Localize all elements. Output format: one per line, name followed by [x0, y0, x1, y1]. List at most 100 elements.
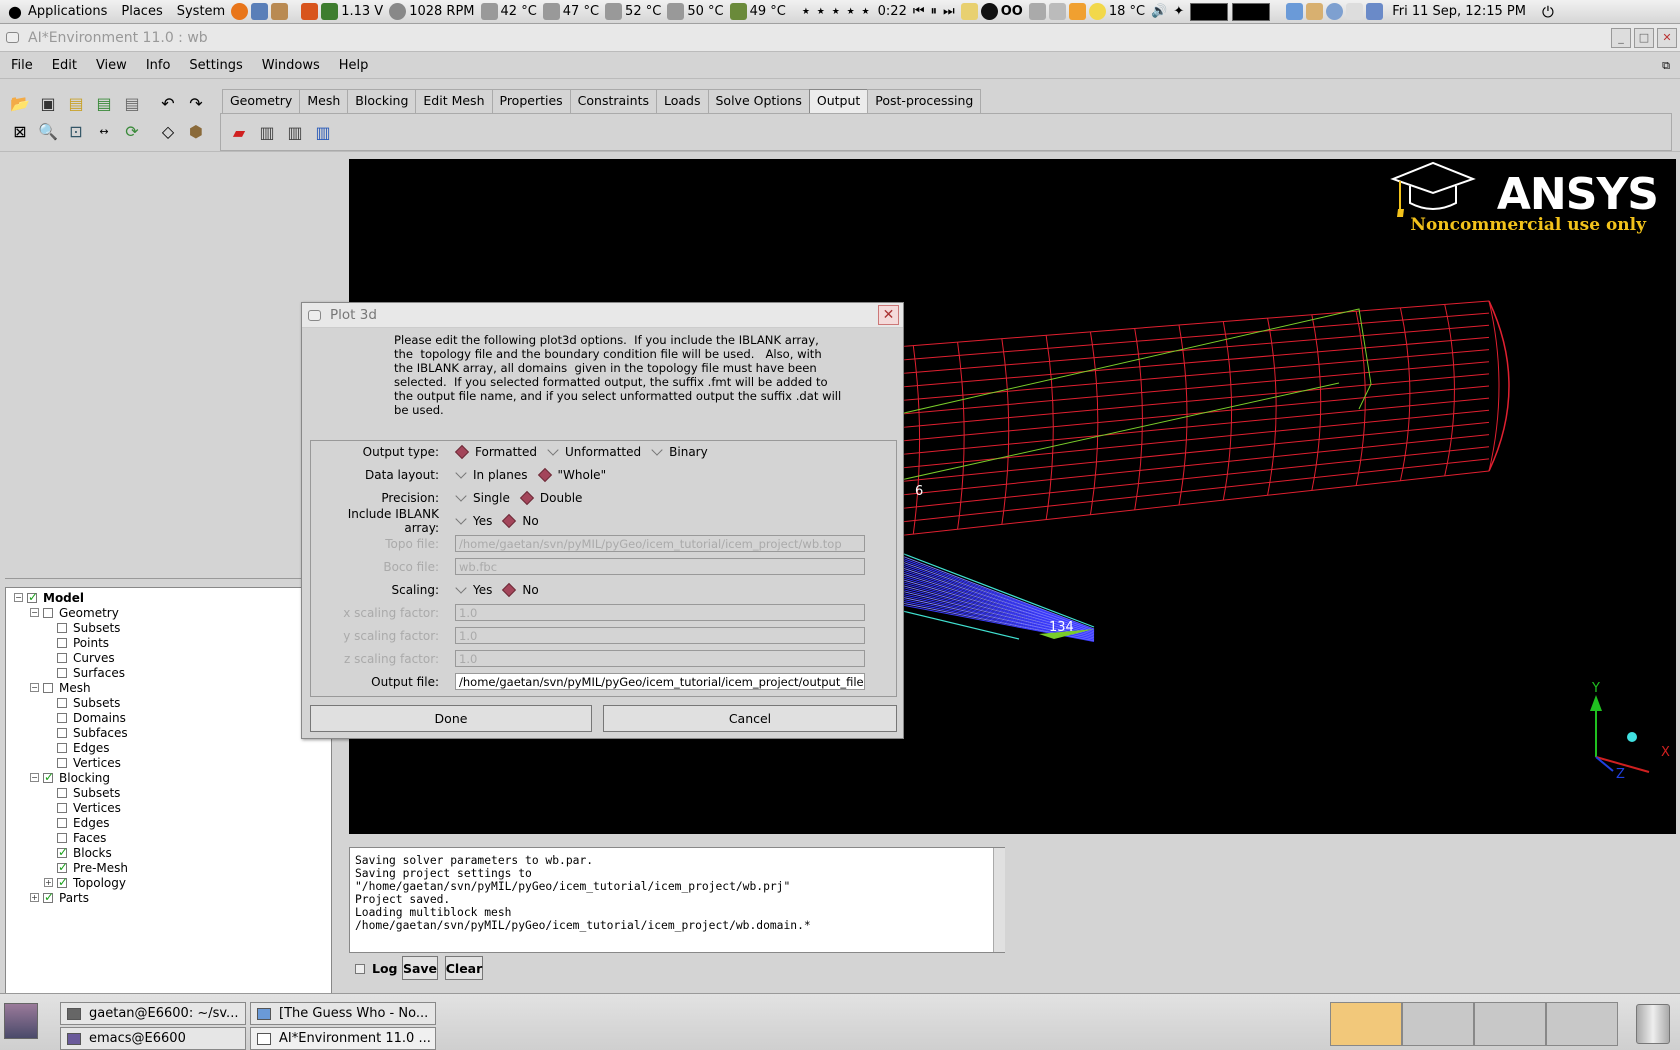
tree-node[interactable]: Faces — [44, 830, 106, 845]
radio-binary[interactable]: Binary — [649, 443, 708, 459]
boco-file-field[interactable]: wb.fbc — [455, 558, 865, 575]
fit-window-icon[interactable]: ⊠ — [8, 119, 32, 143]
tree-checkbox[interactable] — [43, 682, 53, 693]
open-icon[interactable]: 📂 — [8, 91, 32, 115]
tree-expander-icon[interactable]: − — [30, 683, 39, 692]
foot-icon[interactable]: ● — [8, 2, 22, 21]
tree-checkbox[interactable] — [57, 622, 67, 633]
workspace-2[interactable] — [1402, 1002, 1474, 1046]
tree-checkbox[interactable] — [43, 607, 53, 618]
tree-node[interactable]: − Model — [14, 590, 84, 605]
taskbar-emacs[interactable]: emacs@E6600 — [60, 1027, 246, 1050]
search-icon[interactable] — [1306, 3, 1324, 20]
dialog-menu-icon[interactable] — [308, 309, 321, 321]
menu-view[interactable]: View — [96, 58, 127, 73]
tree-checkbox[interactable] — [43, 890, 54, 904]
taskbar-music[interactable]: [The Guess Who - No... — [250, 1002, 436, 1025]
tree-expander-icon[interactable]: − — [30, 773, 39, 782]
menu-file[interactable]: File — [11, 58, 33, 73]
tree-expander-icon[interactable]: + — [30, 893, 39, 902]
weather-icon[interactable] — [1088, 3, 1106, 20]
matlab-icon[interactable] — [301, 3, 319, 20]
tree-checkbox[interactable] — [57, 860, 68, 874]
tree-node[interactable]: Points — [44, 635, 109, 650]
radio-iblank-yes[interactable]: Yes — [453, 512, 492, 528]
open-geometry-icon[interactable]: ▤ — [64, 91, 88, 115]
menu-windows[interactable]: Windows — [262, 58, 320, 73]
tab-properties[interactable]: Properties — [491, 89, 571, 113]
refresh-icon[interactable]: ⟳ — [120, 119, 144, 143]
menu-system[interactable]: System — [177, 4, 225, 19]
media-pause-icon[interactable]: ⏸ — [931, 4, 938, 19]
menu-settings[interactable]: Settings — [189, 58, 242, 73]
write-input-icon[interactable]: ▥ — [311, 120, 335, 144]
tree-node[interactable]: Edges — [44, 740, 109, 755]
boundary-conditions-icon[interactable]: ▥ — [255, 120, 279, 144]
tree-checkbox[interactable] — [43, 770, 54, 784]
tree-checkbox[interactable] — [57, 727, 67, 738]
dialog-titlebar[interactable]: Plot 3d ✕ — [302, 303, 903, 328]
solid-icon[interactable]: ⬢ — [184, 119, 208, 143]
firefox-icon[interactable] — [231, 3, 249, 20]
tree-checkbox[interactable] — [57, 845, 68, 859]
dialog-close-button[interactable]: ✕ — [878, 305, 899, 325]
window-menu-icon[interactable] — [6, 32, 19, 43]
z-scale-field[interactable]: 1.0 — [455, 650, 865, 667]
menu-edit[interactable]: Edit — [52, 58, 77, 73]
menu-help[interactable]: Help — [339, 58, 369, 73]
disk-icon[interactable] — [1028, 3, 1046, 20]
tree-node[interactable]: Subsets — [44, 785, 120, 800]
taskbar-terminal[interactable]: gaetan@E6600: ~/sv... — [60, 1002, 246, 1025]
tree-checkbox[interactable] — [57, 875, 68, 889]
tree-node[interactable]: Vertices — [44, 800, 121, 815]
y-scale-field[interactable]: 1.0 — [455, 627, 865, 644]
undo-icon[interactable]: ↶ — [156, 91, 180, 115]
x-scale-field[interactable]: 1.0 — [455, 604, 865, 621]
window-icon[interactable] — [1048, 3, 1066, 20]
taskbar-aienvironment[interactable]: AI*Environment 11.0 ... — [250, 1027, 436, 1050]
window-titlebar[interactable]: AI*Environment 11.0 : wb _ □ ✕ — [0, 24, 1680, 52]
workspace-4[interactable] — [1546, 1002, 1618, 1046]
tree-node[interactable]: Vertices — [44, 755, 121, 770]
system-monitor-graph-2[interactable] — [1232, 2, 1271, 21]
log-checkbox[interactable] — [355, 964, 365, 974]
menu-places[interactable]: Places — [121, 4, 162, 19]
tree-node[interactable]: Curves — [44, 650, 115, 665]
radio-single[interactable]: Single — [453, 489, 510, 505]
media-prev-icon[interactable]: ⏮ — [913, 4, 925, 19]
tree-node[interactable]: Surfaces — [44, 665, 125, 680]
tab-output[interactable]: Output — [808, 89, 869, 113]
tab-post-processing[interactable]: Post-processing — [867, 89, 982, 113]
workspace-3[interactable] — [1474, 1002, 1546, 1046]
brightness-icon[interactable]: ✦ — [1173, 4, 1184, 19]
tree-node[interactable]: + Parts — [30, 890, 89, 905]
radio-in-planes[interactable]: In planes — [453, 466, 528, 482]
minimize-button[interactable]: _ — [1611, 27, 1631, 48]
topo-file-field[interactable]: /home/gaetan/svn/pyMIL/pyGeo/icem_tutori… — [455, 535, 865, 552]
tab-solve-options[interactable]: Solve Options — [707, 89, 810, 113]
panel-splitter[interactable] — [5, 578, 332, 582]
tree-node[interactable]: − Geometry — [30, 605, 119, 620]
radio-double[interactable]: Double — [518, 490, 582, 506]
tab-loads[interactable]: Loads — [656, 89, 709, 113]
tree-node[interactable]: Subsets — [44, 620, 120, 635]
tree-node[interactable]: Blocks — [44, 845, 112, 860]
console-scrollbar[interactable] — [993, 848, 1005, 952]
save-icon[interactable]: ▣ — [36, 91, 60, 115]
wireframe-icon[interactable]: ◇ — [156, 119, 180, 143]
notes-icon[interactable] — [960, 3, 978, 20]
tree-node[interactable]: Pre-Mesh — [44, 860, 128, 875]
open-mesh-icon[interactable]: ▤ — [92, 91, 116, 115]
workspace-1[interactable] — [1330, 1002, 1402, 1046]
tree-node[interactable]: Subsets — [44, 695, 120, 710]
tree-node[interactable]: Edges — [44, 815, 109, 830]
tree-checkbox[interactable] — [57, 712, 67, 723]
rating-stars[interactable]: ★ ★ ★ ★ ★ — [802, 7, 872, 17]
workspace-switcher[interactable] — [1330, 1002, 1620, 1046]
radio-formatted[interactable]: Formatted — [453, 444, 537, 460]
save-log-button[interactable]: Save — [402, 956, 438, 980]
cancel-button[interactable]: Cancel — [603, 705, 897, 732]
mail-icon[interactable] — [251, 3, 269, 20]
redo-icon[interactable]: ↷ — [184, 91, 208, 115]
show-desktop-icon[interactable] — [4, 1003, 38, 1039]
